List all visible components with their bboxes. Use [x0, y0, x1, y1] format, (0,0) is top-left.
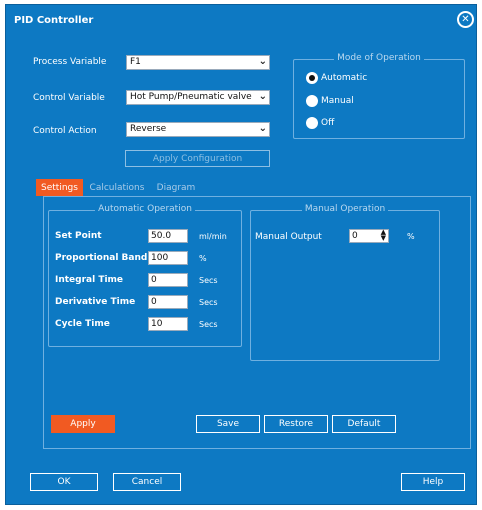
manual-output-unit: %	[407, 232, 415, 241]
tab-settings[interactable]: Settings	[36, 179, 83, 196]
manual-output-label: Manual Output	[255, 232, 322, 242]
set-point-unit: ml/min	[199, 232, 227, 241]
apply-configuration-button[interactable]: Apply Configuration	[125, 150, 270, 167]
cycle-time-label: Cycle Time	[55, 319, 110, 329]
process-variable-select[interactable]: F1 ⌄	[126, 55, 270, 70]
integral-time-input[interactable]: 0	[148, 273, 188, 287]
proportional-band-input[interactable]: 100	[148, 251, 188, 265]
control-variable-label: Control Variable	[33, 93, 105, 103]
cycle-time-unit: Secs	[199, 320, 218, 329]
window-title: PID Controller	[14, 15, 94, 26]
chevron-down-icon: ⌄	[258, 123, 267, 134]
derivative-time-input[interactable]: 0	[148, 295, 188, 309]
integral-time-label: Integral Time	[55, 275, 124, 285]
radio-off-label: Off	[321, 118, 335, 128]
process-variable-label: Process Variable	[33, 57, 107, 67]
control-action-label: Control Action	[33, 126, 97, 136]
derivative-time-label: Derivative Time	[55, 297, 136, 307]
settings-panel: Automatic Operation Set Point 50.0 ml/mi…	[43, 196, 471, 449]
chevron-down-icon: ⌄	[258, 91, 267, 102]
set-point-label: Set Point	[55, 231, 102, 241]
mode-of-operation-title: Mode of Operation	[334, 53, 424, 63]
spinner-arrows-icon[interactable]: ▲ ▼	[381, 229, 386, 242]
control-action-value: Reverse	[130, 124, 167, 134]
pid-controller-window: PID Controller ✕ Process Variable F1 ⌄ C…	[5, 4, 477, 505]
default-button[interactable]: Default	[332, 415, 396, 433]
apply-button[interactable]: Apply	[51, 415, 115, 433]
proportional-band-unit: %	[199, 254, 207, 263]
integral-time-unit: Secs	[199, 276, 218, 285]
help-button[interactable]: Help	[401, 473, 465, 491]
manual-output-stepper[interactable]: 0 ▲ ▼	[349, 229, 389, 243]
tab-calculations[interactable]: Calculations	[84, 179, 150, 196]
close-icon[interactable]: ✕	[457, 11, 474, 28]
cycle-time-input[interactable]: 10	[148, 317, 188, 331]
manual-output-value: 0	[352, 231, 358, 241]
radio-automatic-label: Automatic	[321, 73, 368, 83]
process-variable-value: F1	[130, 57, 141, 67]
set-point-input[interactable]: 50.0	[148, 229, 188, 243]
radio-manual[interactable]: Manual	[306, 95, 354, 107]
derivative-time-unit: Secs	[199, 298, 218, 307]
manual-operation-title: Manual Operation	[301, 204, 389, 214]
ok-button[interactable]: OK	[30, 473, 98, 491]
automatic-operation-title: Automatic Operation	[95, 204, 195, 214]
radio-selected-icon	[306, 72, 318, 84]
radio-automatic[interactable]: Automatic	[306, 72, 367, 84]
tab-diagram[interactable]: Diagram	[151, 179, 201, 196]
radio-off[interactable]: Off	[306, 117, 334, 129]
radio-unselected-icon	[306, 117, 318, 129]
control-variable-select[interactable]: Hot Pump/Pneumatic valve ⌄	[126, 90, 270, 105]
restore-button[interactable]: Restore	[264, 415, 328, 433]
chevron-down-icon: ⌄	[258, 56, 267, 67]
proportional-band-label: Proportional Band	[55, 253, 148, 263]
control-action-select[interactable]: Reverse ⌄	[126, 122, 270, 137]
save-button[interactable]: Save	[196, 415, 260, 433]
cancel-button[interactable]: Cancel	[113, 473, 181, 491]
radio-manual-label: Manual	[321, 96, 354, 106]
control-variable-value: Hot Pump/Pneumatic valve	[130, 92, 252, 102]
radio-unselected-icon	[306, 95, 318, 107]
